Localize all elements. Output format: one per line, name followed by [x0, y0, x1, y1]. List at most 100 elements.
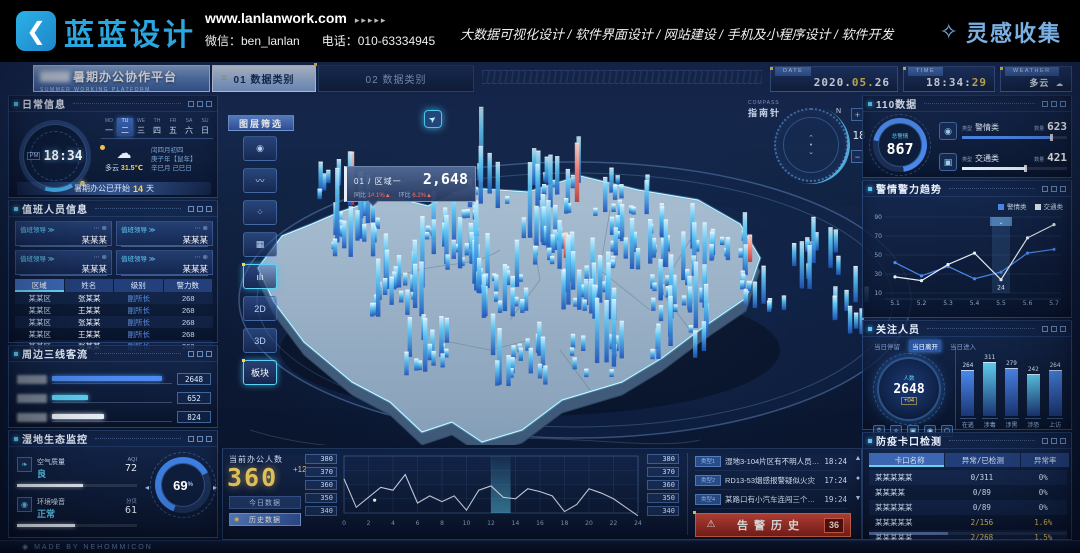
- focus-tab[interactable]: 当日停留: [871, 340, 903, 352]
- building-layer-icon[interactable]: ▦: [243, 232, 277, 257]
- alert-row[interactable]: 类型1湿地3-104片区有不明人员闯入18:24: [695, 452, 847, 471]
- window-icon[interactable]: [197, 206, 203, 212]
- checkpoint-row[interactable]: 某某某某某2/1561.6%: [869, 515, 1067, 530]
- duty-table-row[interactable]: 某某区王某某副所长268: [15, 304, 213, 316]
- leaf-icon: ❧: [17, 457, 32, 472]
- duty-leader-card[interactable]: 值班领导 ≫⋯ ⊗某某某: [15, 250, 112, 275]
- duty-col-header[interactable]: 警力数: [164, 279, 213, 292]
- blocks-view-button[interactable]: 板块: [243, 360, 277, 385]
- scroll-up-icon[interactable]: ▲: [853, 455, 863, 462]
- expand-icon[interactable]: [206, 101, 212, 107]
- checkpoint-row[interactable]: 某某某某某0/3110%: [869, 470, 1067, 485]
- scroll-down-icon[interactable]: ▼: [853, 495, 863, 502]
- minimize-icon[interactable]: [188, 101, 194, 107]
- checkpoint-col-header[interactable]: 异常率: [1021, 453, 1069, 467]
- history-data-button[interactable]: 历史数据: [229, 513, 301, 526]
- weekday-cell: SU日: [197, 118, 213, 136]
- window-icon[interactable]: [1051, 438, 1057, 444]
- duty-leader-card[interactable]: 值班领导 ≫⋯ ⊗某某某: [116, 221, 213, 246]
- minimize-icon[interactable]: [188, 436, 194, 442]
- focus-tab[interactable]: 当日离开: [909, 340, 941, 352]
- window-icon[interactable]: [1051, 101, 1057, 107]
- window-icon[interactable]: [197, 436, 203, 442]
- expand-icon[interactable]: [206, 436, 212, 442]
- window-icon[interactable]: [1051, 326, 1057, 332]
- duty-leader-card[interactable]: 值班领导 ≫⋯ ⊗某某某: [15, 221, 112, 246]
- warning-triangle-icon: ⚠: [704, 519, 718, 531]
- expand-icon[interactable]: [1060, 326, 1066, 332]
- svg-text:18: 18: [561, 520, 569, 527]
- scroll-dot-icon[interactable]: ●: [853, 475, 863, 482]
- y-axis-left: 380370360350340: [305, 454, 337, 516]
- expand-icon[interactable]: [1060, 101, 1066, 107]
- duty-table-row[interactable]: 某某区张某某副所长268: [15, 292, 213, 304]
- checkpoint-row[interactable]: 某某某某0/890%: [869, 485, 1067, 500]
- minimize-icon[interactable]: [1042, 326, 1048, 332]
- y-tick: 380: [647, 454, 679, 464]
- duty-col-header[interactable]: 姓名: [65, 279, 114, 292]
- platform-title: 暑期办公协作平台: [73, 68, 177, 85]
- view-2d-button[interactable]: 2D: [243, 296, 277, 321]
- platform-subtitle: SUMMER WORKING PLATFORM: [40, 87, 203, 93]
- bar-category: 涉黑: [1004, 418, 1020, 429]
- today-data-button[interactable]: 今日数据: [229, 496, 301, 509]
- bar: [961, 370, 974, 416]
- y-tick: 370: [305, 467, 337, 477]
- scrollbar[interactable]: [869, 532, 1067, 535]
- alarm-icon: ◉: [939, 122, 957, 140]
- minimize-icon[interactable]: [188, 206, 194, 212]
- checkpoint-col-header[interactable]: 卡口名称: [869, 453, 944, 467]
- duty-col-header[interactable]: 区域: [15, 279, 64, 292]
- camera-layer-icon[interactable]: ◉: [243, 136, 277, 161]
- checkpoint-name: 某某某某某: [869, 502, 944, 513]
- bus-icon: ▣: [939, 153, 957, 171]
- checkpoint-col-header[interactable]: 异常/已检测: [945, 453, 1020, 467]
- layer-filter-title: 图层筛选: [228, 115, 294, 131]
- gauge-right-arrow-icon[interactable]: ▸: [213, 483, 217, 492]
- view-3d-button[interactable]: 3D: [243, 328, 277, 353]
- expand-icon[interactable]: [206, 206, 212, 212]
- duty-table-row[interactable]: 某某区张某某副所长268: [15, 316, 213, 328]
- svg-text:24: 24: [634, 520, 642, 527]
- tab-data-category-1[interactable]: ≡01 数据类别: [212, 65, 316, 92]
- cluster-layer-icon[interactable]: ⁘: [243, 200, 277, 225]
- tab-data-category-2[interactable]: 02 数据类别: [318, 65, 474, 92]
- website-link[interactable]: www.lanlanwork.com▸▸▸▸▸: [205, 10, 387, 26]
- minimize-icon[interactable]: [188, 351, 194, 357]
- panel-window-icons: [1042, 101, 1066, 107]
- duty-card-icons: ⋯ ⊗: [93, 224, 107, 234]
- duty-table-row[interactable]: 某某区王某某副所长268: [15, 328, 213, 340]
- duty-col-header[interactable]: 级别: [114, 279, 163, 292]
- eco-item: ❧空气质量良AQI72: [17, 457, 137, 487]
- alert-row[interactable]: 类型2RD13-53烟感报警疑似火灾17:24: [695, 471, 847, 490]
- gauge-left-arrow-icon[interactable]: ◂: [145, 483, 149, 492]
- minimize-icon[interactable]: [1042, 438, 1048, 444]
- minimize-icon[interactable]: [1042, 186, 1048, 192]
- window-icon[interactable]: [197, 101, 203, 107]
- flow-bar-track: [52, 413, 172, 422]
- checkpoint-row[interactable]: 某某某某某0/890%: [869, 500, 1067, 515]
- signal-layer-icon[interactable]: 〰: [243, 168, 277, 193]
- compass-dial[interactable]: N ⌃•⌄: [774, 108, 848, 182]
- expand-icon[interactable]: [1060, 186, 1066, 192]
- checkpoint-rate: 0%: [1019, 488, 1067, 497]
- inspiration-collect[interactable]: ✧ 灵感收集: [940, 16, 1062, 48]
- duty-cell: 某某区: [15, 317, 65, 328]
- expand-icon[interactable]: [206, 351, 212, 357]
- window-icon[interactable]: [197, 351, 203, 357]
- site-header: ❮ 蓝蓝设计 www.lanlanwork.com▸▸▸▸▸ 微信：ben_la…: [0, 0, 1080, 62]
- window-icon[interactable]: [1051, 186, 1057, 192]
- minimize-icon[interactable]: [1042, 101, 1048, 107]
- plane-marker-icon[interactable]: ➤: [424, 110, 442, 128]
- panel-header: 关注人员: [863, 321, 1071, 337]
- duty-cell: 副所长: [114, 305, 164, 316]
- alarm-history-banner[interactable]: ⚠ 告警历史 36: [695, 513, 851, 537]
- alert-list: 类型1湿地3-104片区有不明人员闯入18:24类型2RD13-53烟感报警疑似…: [695, 452, 847, 509]
- expand-icon[interactable]: [1060, 438, 1066, 444]
- count-progress: [962, 136, 1067, 139]
- alert-row[interactable]: 类型4某路口有小汽车连闯三个红灯19:24: [695, 490, 847, 509]
- flow-bar-track: [52, 375, 172, 384]
- weekday-cn: 四: [149, 125, 165, 136]
- barchart-layer-icon[interactable]: ılı: [243, 264, 277, 289]
- duty-leader-card[interactable]: 值班领导 ≫⋯ ⊗某某某: [116, 250, 213, 275]
